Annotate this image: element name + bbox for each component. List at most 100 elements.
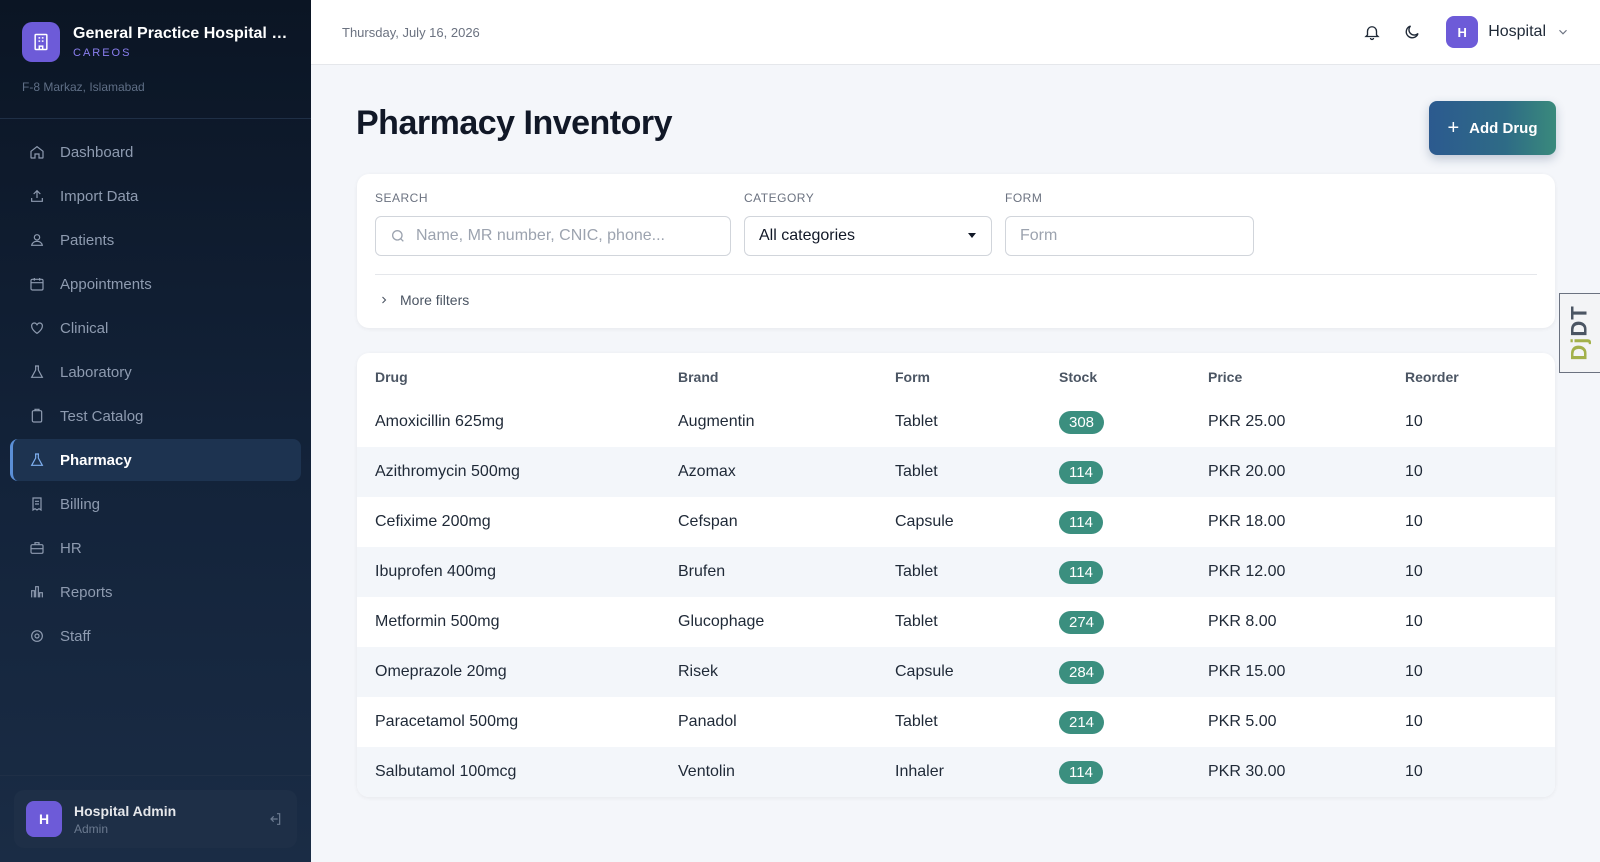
- drug-cell: Paracetamol 500mg: [375, 713, 519, 730]
- sidebar-item-staff[interactable]: Staff: [10, 615, 301, 657]
- price-cell: PKR 18.00: [1208, 513, 1286, 530]
- brand-cell: Brufen: [678, 563, 726, 580]
- calendar-icon: [28, 275, 46, 293]
- drug-cell: Salbutamol 100mcg: [375, 763, 517, 780]
- caret-down-icon: [967, 227, 977, 245]
- sidebar-item-test-catalog[interactable]: Test Catalog: [10, 395, 301, 437]
- reorder-cell: 10: [1405, 513, 1423, 530]
- form-input[interactable]: Form: [1005, 216, 1254, 256]
- column-header-form[interactable]: Form: [895, 353, 1059, 397]
- search-placeholder: Name, MR number, CNIC, phone...: [416, 227, 665, 244]
- table-row[interactable]: Azithromycin 500mg Azomax Tablet 114 PKR…: [357, 447, 1555, 497]
- sidebar-item-label: Dashboard: [60, 143, 134, 161]
- home-icon: [28, 143, 46, 161]
- more-filters-label: More filters: [400, 292, 470, 308]
- inventory-table: Drug Brand Form Stock Price Reorder Amox…: [357, 353, 1555, 797]
- sidebar-item-label: HR: [60, 539, 82, 557]
- sidebar-item-dashboard[interactable]: Dashboard: [10, 131, 301, 173]
- sidebar-item-label: Clinical: [60, 319, 109, 337]
- topbar: Thursday, July 16, 2026 H Hospital: [311, 0, 1600, 65]
- sidebar-item-label: Laboratory: [60, 363, 132, 381]
- brand-cell: Cefspan: [678, 513, 738, 530]
- table-header-row: Drug Brand Form Stock Price Reorder: [357, 353, 1555, 397]
- search-label: SEARCH: [375, 191, 429, 205]
- drug-cell: Cefixime 200mg: [375, 513, 491, 530]
- debug-toolbar-tab[interactable]: DjDT: [1559, 293, 1600, 373]
- reorder-cell: 10: [1405, 413, 1423, 430]
- sidebar-item-laboratory[interactable]: Laboratory: [10, 351, 301, 393]
- form-placeholder: Form: [1020, 227, 1058, 244]
- sidebar-item-label: Reports: [60, 583, 113, 601]
- sidebar-item-appointments[interactable]: Appointments: [10, 263, 301, 305]
- bar-chart-icon: [28, 583, 46, 601]
- sidebar-item-label: Staff: [60, 627, 91, 645]
- brand-cell: Risek: [678, 663, 719, 680]
- column-header-drug[interactable]: Drug: [357, 353, 678, 397]
- brand-cell: Ventolin: [678, 763, 735, 780]
- receipt-icon: [28, 495, 46, 513]
- search-input[interactable]: Name, MR number, CNIC, phone...: [375, 216, 731, 256]
- table-row[interactable]: Metformin 500mg Glucophage Tablet 274 PK…: [357, 597, 1555, 647]
- moon-icon[interactable]: [1400, 20, 1424, 44]
- logout-icon[interactable]: [265, 809, 285, 829]
- drug-cell: Metformin 500mg: [375, 613, 500, 630]
- stock-badge: 274: [1059, 610, 1105, 634]
- form-cell: Capsule: [895, 513, 954, 530]
- sidebar: General Practice Hospital I... CAREOS F-…: [0, 0, 311, 862]
- form-cell: Capsule: [895, 663, 954, 680]
- users-icon: [28, 231, 46, 249]
- debug-tab-suffix: DT: [1567, 305, 1593, 337]
- brand-cell: Augmentin: [678, 413, 755, 430]
- table-row[interactable]: Cefixime 200mg Cefspan Capsule 114 PKR 1…: [357, 497, 1555, 547]
- account-menu[interactable]: H Hospital: [1446, 16, 1570, 48]
- filter-divider: [375, 274, 1537, 275]
- form-cell: Tablet: [895, 713, 938, 730]
- price-cell: PKR 15.00: [1208, 663, 1286, 680]
- sidebar-item-label: Import Data: [60, 187, 139, 205]
- gear-icon: [28, 627, 46, 645]
- price-cell: PKR 20.00: [1208, 463, 1286, 480]
- filter-card: SEARCH Name, MR number, CNIC, phone... C…: [357, 174, 1555, 328]
- hospital-building-icon: [22, 22, 60, 62]
- sidebar-divider: [0, 775, 311, 776]
- sidebar-item-label: Billing: [60, 495, 101, 513]
- table-row[interactable]: Salbutamol 100mcg Ventolin Inhaler 114 P…: [357, 747, 1555, 797]
- stock-badge: 214: [1059, 710, 1105, 734]
- category-select[interactable]: All categories: [744, 216, 992, 256]
- sidebar-item-patients[interactable]: Patients: [10, 219, 301, 261]
- table-row[interactable]: Amoxicillin 625mg Augmentin Tablet 308 P…: [357, 397, 1555, 447]
- table-row[interactable]: Ibuprofen 400mg Brufen Tablet 114 PKR 12…: [357, 547, 1555, 597]
- sidebar-item-label: Test Catalog: [60, 407, 144, 425]
- more-filters-toggle[interactable]: More filters: [378, 292, 469, 308]
- bell-icon[interactable]: [1360, 20, 1384, 44]
- sidebar-item-hr[interactable]: HR: [10, 527, 301, 569]
- drug-cell: Amoxicillin 625mg: [375, 413, 504, 430]
- sidebar-item-billing[interactable]: Billing: [10, 483, 301, 525]
- drug-cell: Ibuprofen 400mg: [375, 563, 496, 580]
- price-cell: PKR 30.00: [1208, 763, 1286, 780]
- column-header-stock[interactable]: Stock: [1059, 353, 1208, 397]
- brand-cell: Azomax: [678, 463, 736, 480]
- avatar: H: [26, 801, 62, 837]
- reorder-cell: 10: [1405, 613, 1423, 630]
- sidebar-item-pharmacy[interactable]: Pharmacy: [10, 439, 301, 481]
- sidebar-item-reports[interactable]: Reports: [10, 571, 301, 613]
- column-header-brand[interactable]: Brand: [678, 353, 895, 397]
- reorder-cell: 10: [1405, 463, 1423, 480]
- drug-cell: Omeprazole 20mg: [375, 663, 507, 680]
- table-row[interactable]: Omeprazole 20mg Risek Capsule 284 PKR 15…: [357, 647, 1555, 697]
- upload-icon: [28, 187, 46, 205]
- reorder-cell: 10: [1405, 713, 1423, 730]
- column-header-reorder[interactable]: Reorder: [1405, 353, 1555, 397]
- table-row[interactable]: Paracetamol 500mg Panadol Tablet 214 PKR…: [357, 697, 1555, 747]
- inventory-table-card: Drug Brand Form Stock Price Reorder Amox…: [357, 353, 1555, 797]
- user-card[interactable]: H Hospital Admin Admin: [14, 790, 297, 848]
- sidebar-nav: Dashboard Import Data Patients Appointme…: [0, 131, 311, 657]
- brand-cell: Panadol: [678, 713, 737, 730]
- search-icon: [390, 228, 406, 244]
- add-drug-button[interactable]: + Add Drug: [1429, 101, 1556, 155]
- reorder-cell: 10: [1405, 663, 1423, 680]
- sidebar-item-import-data[interactable]: Import Data: [10, 175, 301, 217]
- sidebar-item-clinical[interactable]: Clinical: [10, 307, 301, 349]
- column-header-price[interactable]: Price: [1208, 353, 1405, 397]
